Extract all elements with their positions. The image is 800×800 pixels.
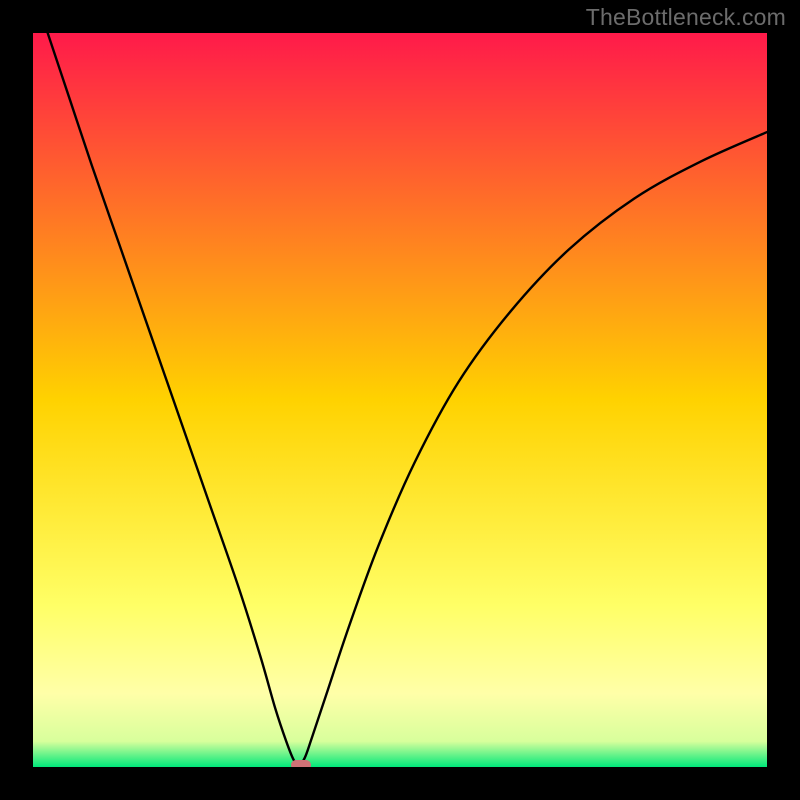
optimum-marker [291,760,312,767]
watermark-label: TheBottleneck.com [586,4,786,31]
gradient-background [33,33,767,767]
chart-frame: TheBottleneck.com [0,0,800,800]
plot-svg [33,33,767,767]
plot-area [33,33,767,767]
